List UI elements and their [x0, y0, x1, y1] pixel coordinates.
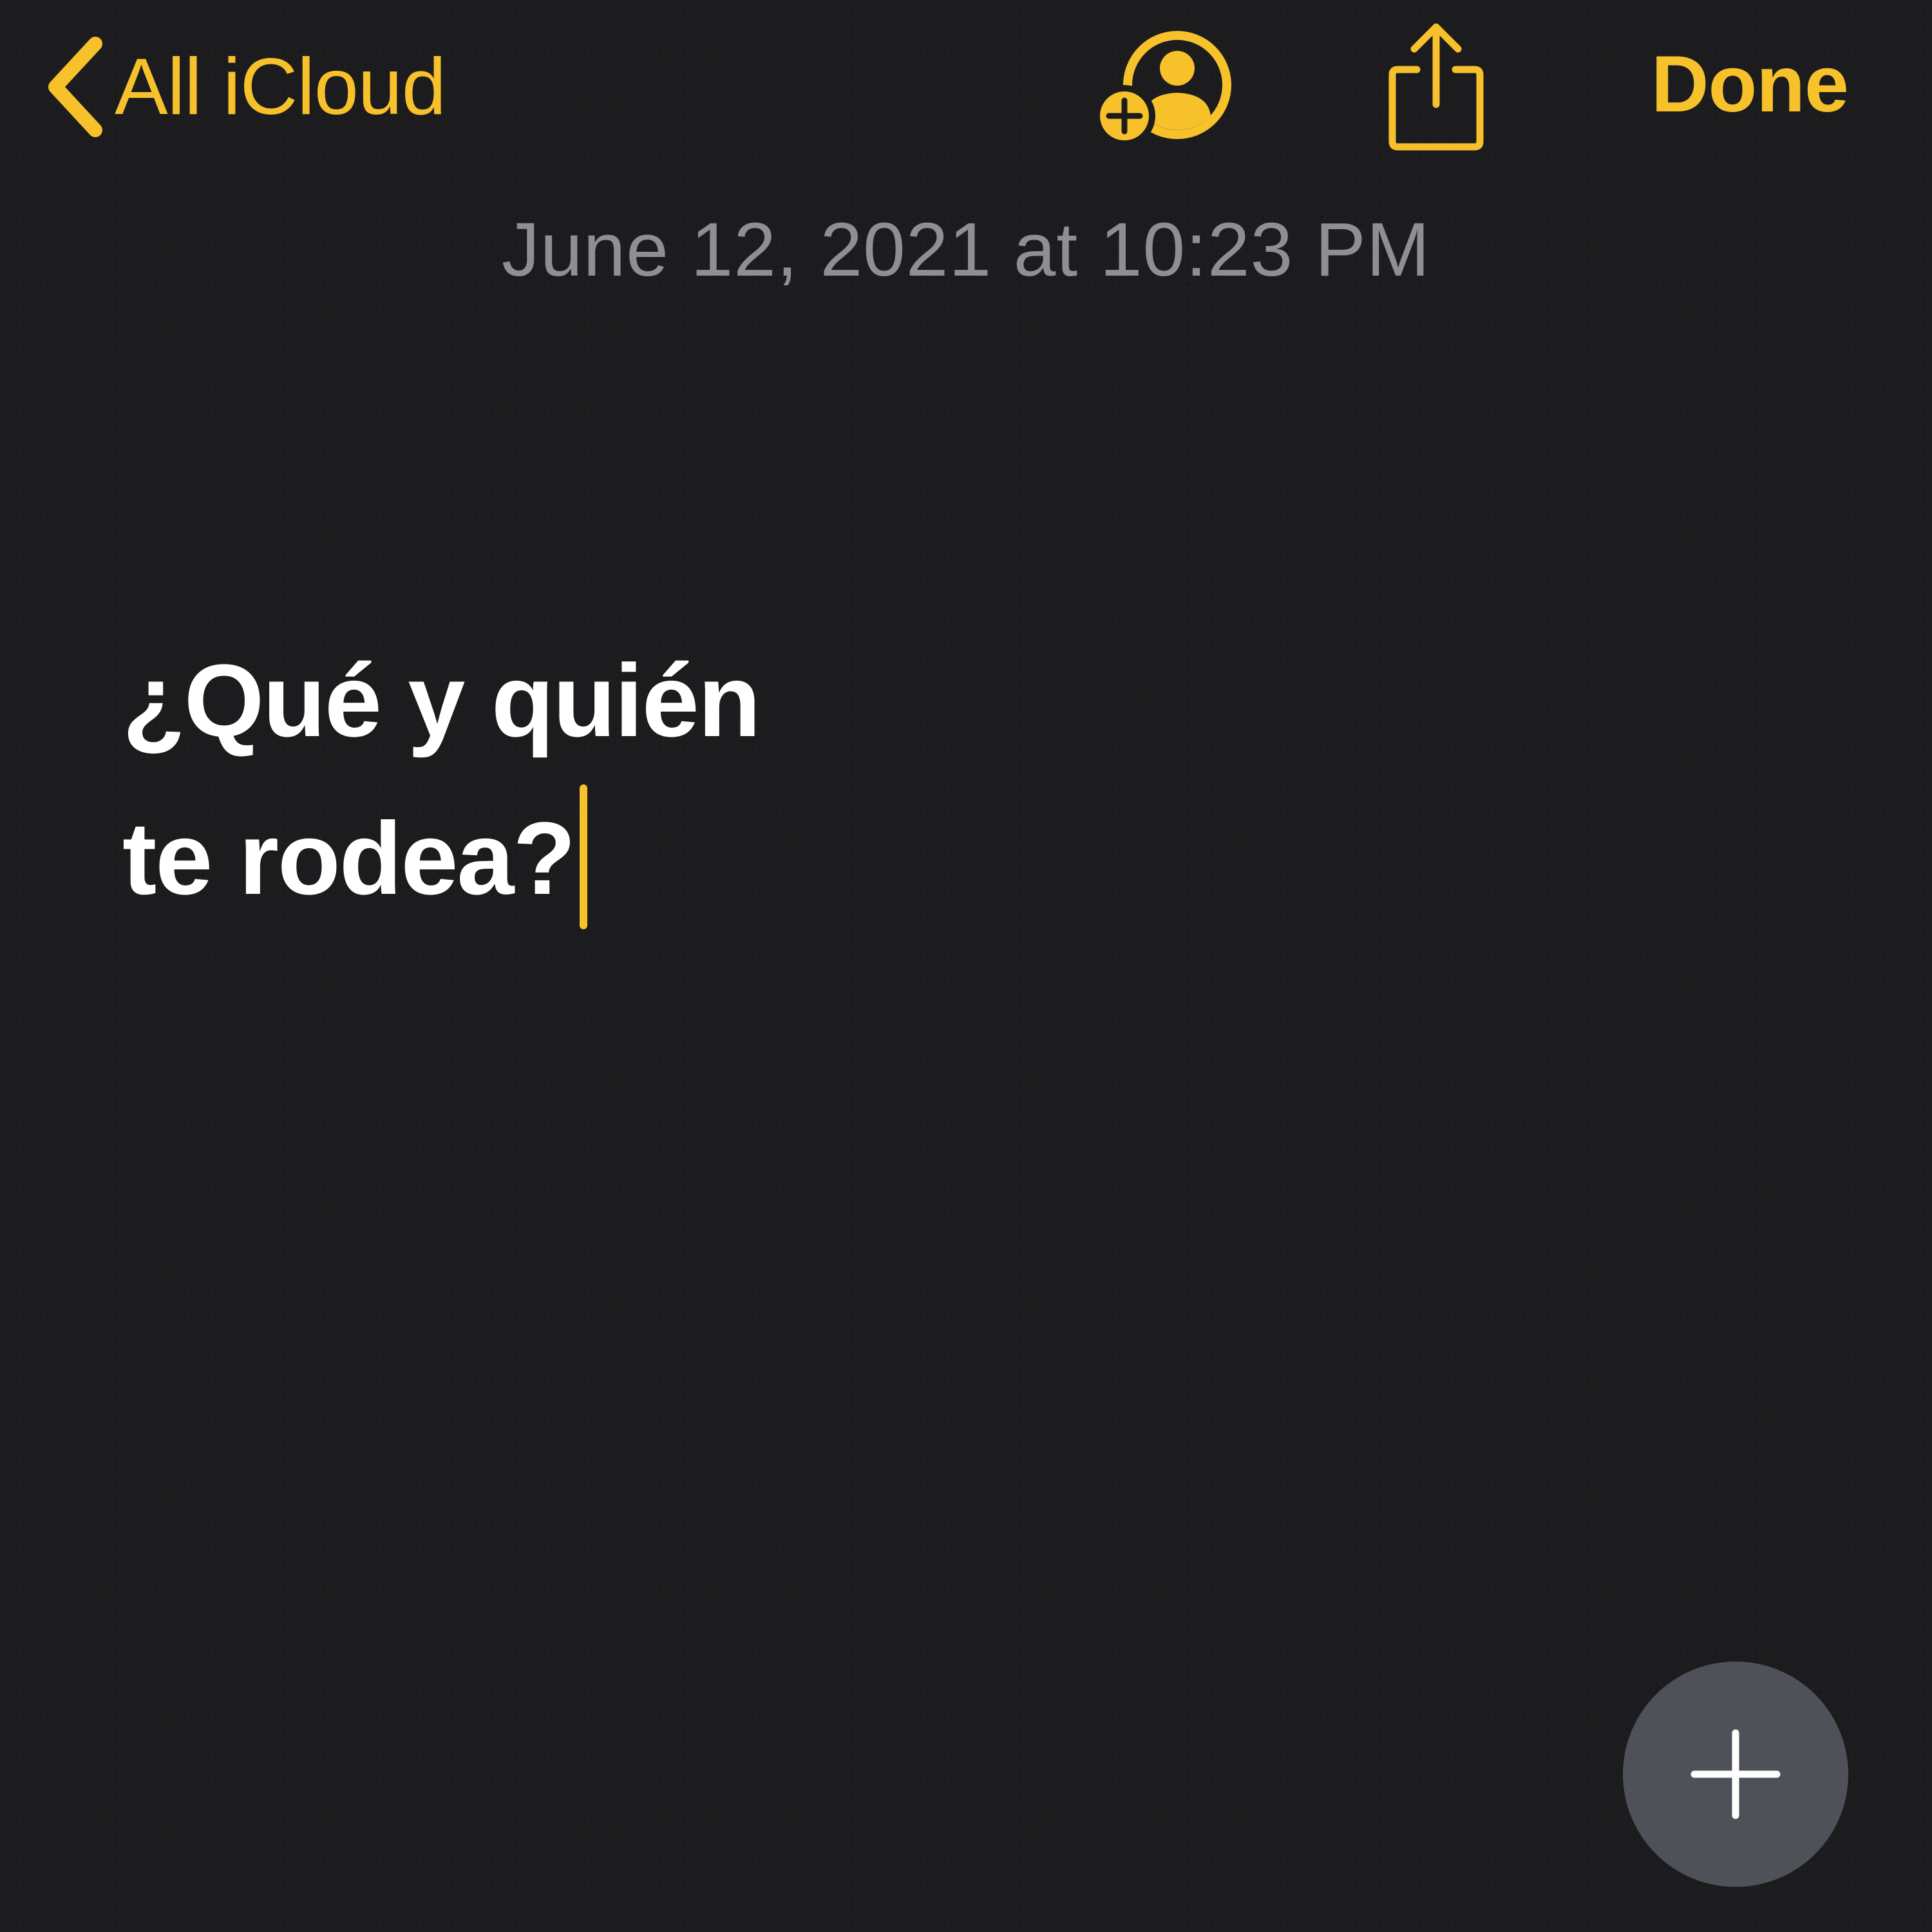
note-line: ¿Qué y quién — [122, 643, 761, 758]
chevron-left-icon — [48, 37, 102, 137]
note-timestamp: June 12, 2021 at 10:23 PM — [501, 207, 1431, 292]
note-line-with-caret: te rodea? — [122, 779, 1732, 937]
note-line: te rodea? — [122, 800, 576, 916]
note-text-editor[interactable]: ¿Qué y quién te rodea? — [122, 621, 1732, 937]
navigation-bar: All iCloud Done — [0, 0, 1932, 167]
add-attachment-button[interactable] — [1623, 1662, 1848, 1887]
plus-icon — [1690, 1729, 1781, 1819]
share-icon[interactable] — [1378, 19, 1494, 155]
text-caret — [580, 784, 588, 929]
back-button-label: All iCloud — [115, 43, 446, 131]
back-button[interactable]: All iCloud — [39, 26, 446, 148]
person-add-icon[interactable] — [1095, 26, 1236, 148]
done-button[interactable]: Done — [1651, 39, 1849, 130]
